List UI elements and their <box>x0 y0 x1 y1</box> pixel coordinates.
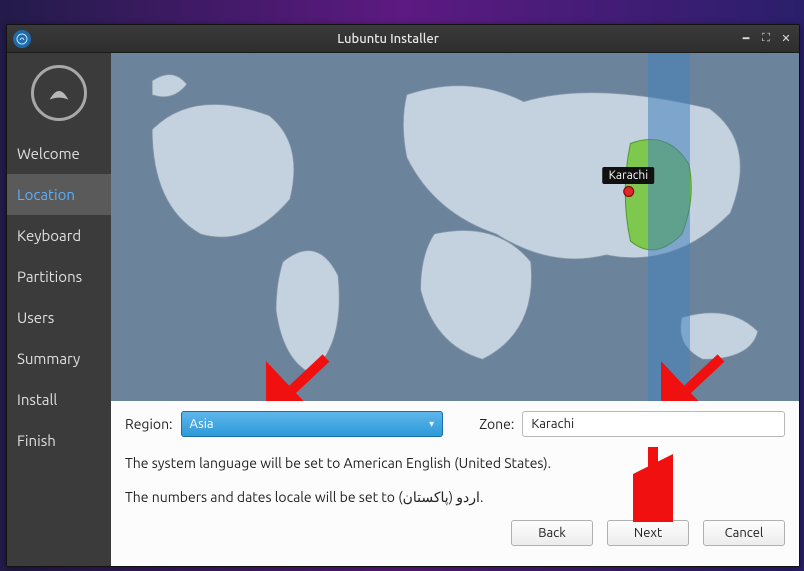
chevron-down-icon: ▾ <box>429 418 434 430</box>
marker-dot-icon <box>623 186 634 197</box>
maximize-icon[interactable]: ⛶ <box>759 32 773 46</box>
sidebar-item-install[interactable]: Install <box>7 379 111 420</box>
lubuntu-logo <box>7 53 111 133</box>
sidebar-item-users[interactable]: Users <box>7 297 111 338</box>
sidebar-item-partitions[interactable]: Partitions <box>7 256 111 297</box>
sidebar-item-finish[interactable]: Finish <box>7 420 111 461</box>
installer-window: Lubuntu Installer ━ ⛶ ✕ Welcome Location… <box>6 24 800 567</box>
sidebar-item-label: Summary <box>17 350 80 367</box>
sidebar-item-label: Keyboard <box>17 227 81 244</box>
marker-label: Karachi <box>603 167 655 184</box>
sidebar-item-welcome[interactable]: Welcome <box>7 133 111 174</box>
zone-value: Karachi <box>531 417 574 431</box>
sidebar-item-label: Location <box>17 186 75 203</box>
sidebar-item-location[interactable]: Location <box>7 174 111 215</box>
sidebar-item-label: Install <box>17 391 57 408</box>
sidebar-item-label: Users <box>17 309 54 326</box>
timezone-band <box>648 53 691 401</box>
locale-info: The numbers and dates locale will be set… <box>125 489 785 506</box>
cancel-button[interactable]: Cancel <box>703 520 785 546</box>
back-button[interactable]: Back <box>511 520 593 546</box>
region-select[interactable]: Asia ▾ <box>181 411 444 437</box>
app-icon <box>13 30 31 48</box>
sidebar-item-label: Finish <box>17 432 56 449</box>
titlebar[interactable]: Lubuntu Installer ━ ⛶ ✕ <box>7 25 799 53</box>
timezone-map[interactable]: Karachi <box>111 53 799 401</box>
minimize-icon[interactable]: ━ <box>739 32 753 46</box>
sidebar-item-label: Welcome <box>17 145 80 162</box>
sidebar-item-summary[interactable]: Summary <box>7 338 111 379</box>
sidebar: Welcome Location Keyboard Partitions Use… <box>7 53 111 566</box>
close-icon[interactable]: ✕ <box>779 32 793 46</box>
region-label: Region: <box>125 416 173 432</box>
zone-input[interactable]: Karachi <box>522 411 785 437</box>
sidebar-item-label: Partitions <box>17 268 82 285</box>
region-value: Asia <box>190 417 214 431</box>
map-marker: Karachi <box>603 167 655 197</box>
zone-label: Zone: <box>479 416 514 432</box>
language-info: The system language will be set to Ameri… <box>125 455 785 471</box>
window-title: Lubuntu Installer <box>37 32 739 46</box>
next-button[interactable]: Next <box>607 520 689 546</box>
sidebar-item-keyboard[interactable]: Keyboard <box>7 215 111 256</box>
